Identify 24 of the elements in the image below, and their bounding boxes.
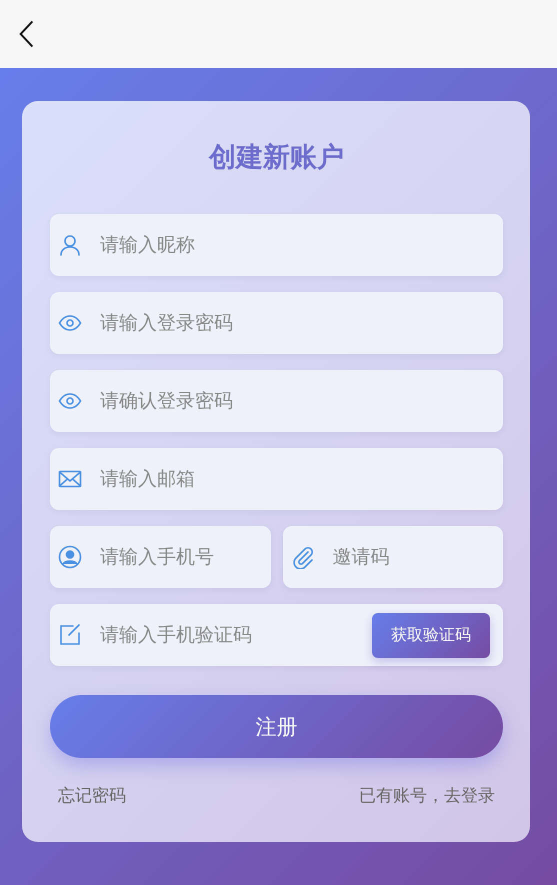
text-link[interactable]: 已有账号，去登录 xyxy=(359,784,495,807)
input-field[interactable]: 请输入登录密码 xyxy=(100,303,495,343)
text-field[interactable]: 请输入登录密码 xyxy=(50,292,503,354)
input-field[interactable]: 邀请码 xyxy=(332,537,495,577)
form-title: 创建新账户 xyxy=(208,141,345,175)
input-field[interactable]: 请输入手机号 xyxy=(100,537,262,577)
input-field[interactable]: 请输入手机验证码 xyxy=(100,615,354,655)
user-circle-icon xyxy=(58,545,82,569)
text-field[interactable]: 邀请码 xyxy=(282,526,503,588)
text-field[interactable]: 请输入邮箱 xyxy=(50,448,503,510)
back-icon[interactable] xyxy=(18,19,36,49)
text-field[interactable]: 请确认登录密码 xyxy=(50,370,503,432)
person-icon xyxy=(58,233,82,257)
text-link[interactable]: 忘记密码 xyxy=(58,784,126,807)
input-field[interactable]: 请确认登录密码 xyxy=(100,381,495,421)
text-field[interactable]: 请输入昵称 xyxy=(50,214,503,276)
text-field[interactable]: 请输入手机验证码 获取验证码 xyxy=(50,604,503,666)
register-button[interactable]: 注册 xyxy=(50,695,503,758)
get-code-button[interactable]: 获取验证码 xyxy=(372,612,490,658)
input-field[interactable]: 请输入昵称 xyxy=(100,225,495,265)
paperclip-icon xyxy=(290,545,314,569)
text-field[interactable]: 请输入手机号 xyxy=(50,526,270,588)
edit-icon xyxy=(58,623,82,647)
input-field[interactable]: 请输入邮箱 xyxy=(100,459,495,499)
